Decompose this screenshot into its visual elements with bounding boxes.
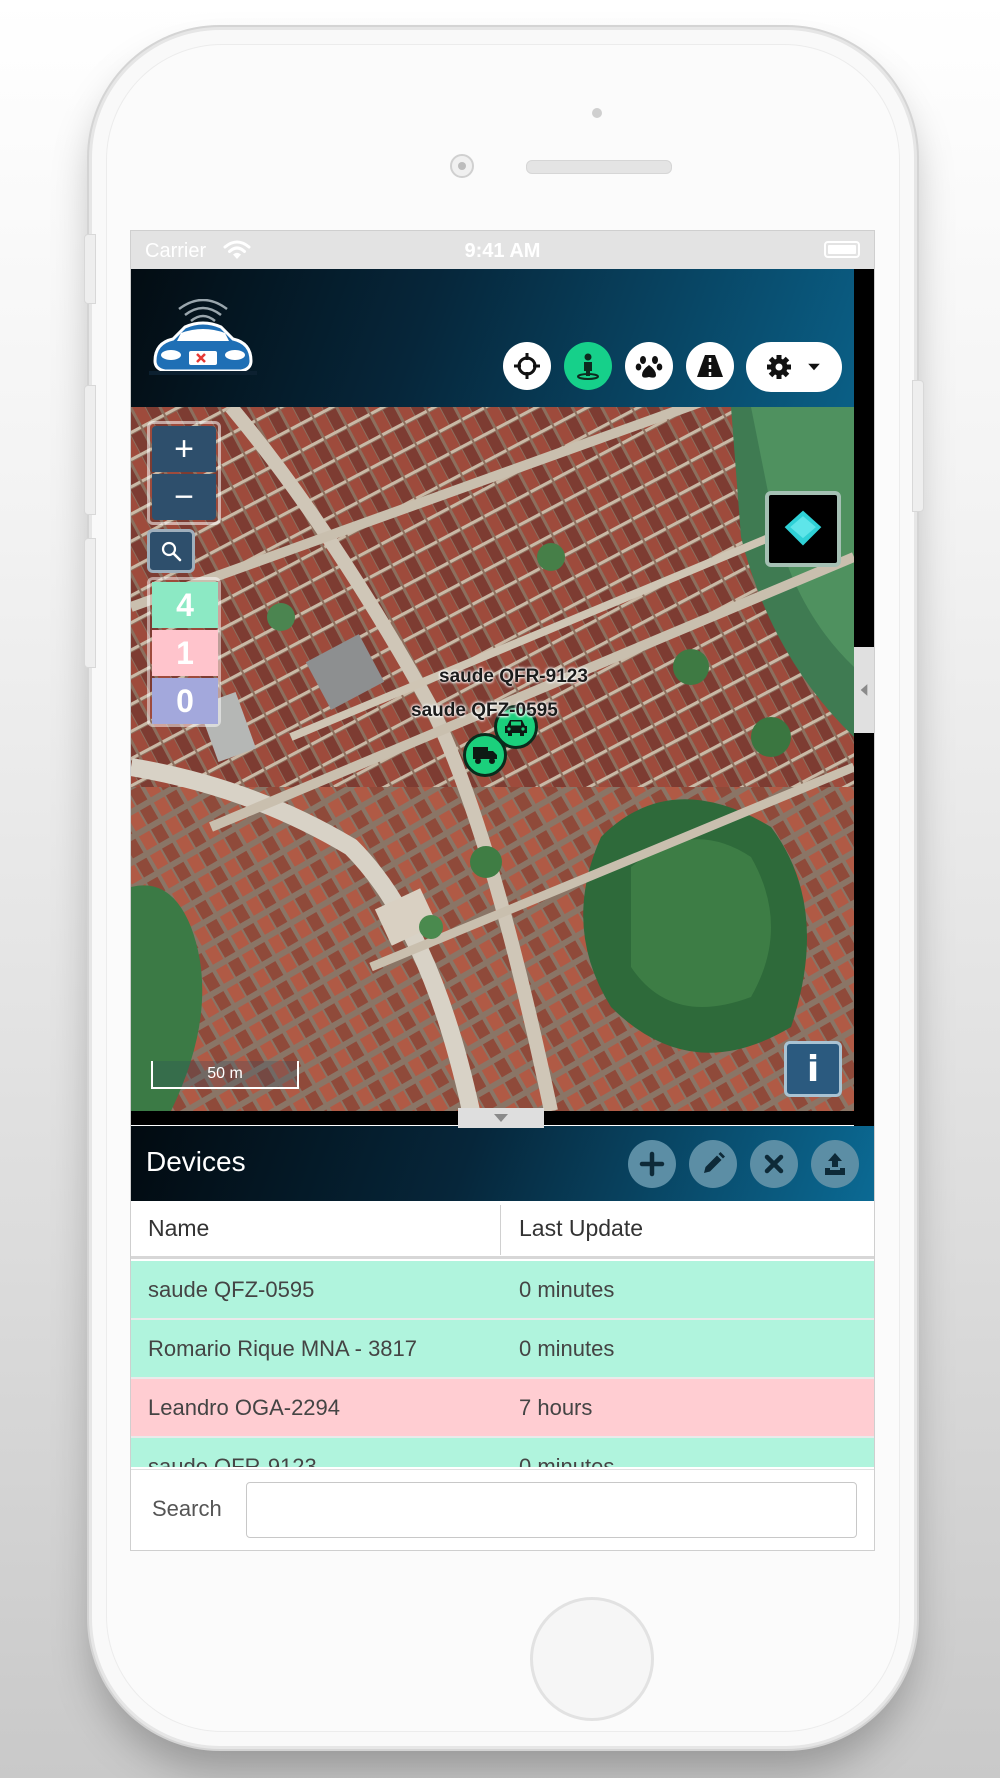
chevron-left-icon xyxy=(860,684,868,696)
zoom-controls: + − xyxy=(147,421,221,525)
map-scale: 50 m xyxy=(151,1061,299,1089)
last-update-cell: 0 minutes xyxy=(519,1454,615,1467)
home-button[interactable] xyxy=(530,1597,654,1721)
zoom-out-button[interactable]: − xyxy=(152,474,216,520)
pencil-icon xyxy=(704,1152,725,1173)
layers-icon xyxy=(784,510,822,546)
search-label: Search xyxy=(152,1496,222,1521)
road-icon xyxy=(697,355,723,377)
front-camera xyxy=(450,154,474,178)
offline-count[interactable]: 1 xyxy=(152,630,218,676)
power-button xyxy=(912,380,924,512)
side-panel-handle[interactable] xyxy=(854,647,874,733)
plus-icon xyxy=(639,1151,665,1177)
column-divider[interactable] xyxy=(500,1205,501,1255)
table-row[interactable]: saude QFZ-0595 0 minutes xyxy=(131,1261,874,1320)
volume-up-button xyxy=(84,385,96,515)
close-icon xyxy=(764,1154,784,1174)
remove-device-button[interactable] xyxy=(750,1140,798,1188)
map-search-button[interactable] xyxy=(147,529,195,573)
zoom-in-button[interactable]: + xyxy=(152,426,216,472)
search-input[interactable] xyxy=(246,1482,857,1538)
table-row[interactable]: Leandro OGA-2294 7 hours xyxy=(131,1379,874,1438)
edit-device-button[interactable] xyxy=(689,1140,737,1188)
column-header-last-update[interactable]: Last Update xyxy=(519,1201,643,1256)
export-device-button[interactable] xyxy=(811,1140,859,1188)
proximity-sensor xyxy=(592,108,602,118)
upload-icon xyxy=(825,1153,845,1175)
devices-title: Devices xyxy=(146,1146,246,1177)
add-device-button[interactable] xyxy=(628,1140,676,1188)
locate-button[interactable] xyxy=(503,342,551,390)
person-pin-icon xyxy=(577,353,599,380)
status-counters: 4 1 0 xyxy=(147,577,221,727)
devices-toolbar: Devices xyxy=(131,1126,874,1201)
app-header xyxy=(131,269,854,407)
device-name-cell: Romario Rique MNA - 3817 xyxy=(148,1336,418,1361)
settings-dropdown-button[interactable] xyxy=(746,342,842,392)
table-row[interactable]: saude QFR-9123 0 minutes xyxy=(131,1438,874,1467)
crosshair-icon xyxy=(514,353,540,379)
battery-icon xyxy=(824,241,860,258)
map-view[interactable]: + − 4 1 0 saude QFR-9123 saude QFZ-0595 … xyxy=(131,407,854,1111)
app-logo xyxy=(149,299,257,375)
online-count[interactable]: 4 xyxy=(152,582,218,628)
last-update-cell: 0 minutes xyxy=(519,1336,615,1361)
chevron-down-icon xyxy=(808,363,820,371)
unknown-count[interactable]: 0 xyxy=(152,678,218,724)
info-button[interactable]: i xyxy=(784,1041,842,1097)
devices-table-body[interactable]: saude QFZ-0595 0 minutes Romario Rique M… xyxy=(131,1261,874,1467)
device-name-cell: saude QFR-9123 xyxy=(148,1454,317,1467)
app-screen: Carrier 9:41 AM + − 4 1 0 saude QFR-9123… xyxy=(130,230,875,1551)
magnifier-icon xyxy=(161,541,182,562)
device-name-cell: saude QFZ-0595 xyxy=(148,1277,315,1302)
gear-icon xyxy=(767,355,791,379)
routes-button[interactable] xyxy=(686,342,734,390)
device-name-cell: Leandro OGA-2294 xyxy=(148,1395,341,1420)
device-marker-truck[interactable] xyxy=(463,733,507,777)
layers-button[interactable] xyxy=(765,491,841,567)
status-bar: Carrier 9:41 AM xyxy=(131,231,874,269)
show-person-button[interactable] xyxy=(564,342,612,390)
column-header-name[interactable]: Name xyxy=(148,1201,209,1256)
earpiece-speaker xyxy=(526,160,672,174)
mute-switch xyxy=(84,234,96,304)
marker-label-car: saude QFR-9123 xyxy=(439,666,588,687)
pets-button[interactable] xyxy=(625,342,673,390)
last-update-cell: 7 hours xyxy=(519,1395,593,1420)
last-update-cell: 0 minutes xyxy=(519,1277,615,1302)
truck-icon xyxy=(473,747,497,764)
clock: 9:41 AM xyxy=(464,240,541,262)
search-bar: Search xyxy=(131,1469,874,1550)
devices-table-header: Name Last Update xyxy=(131,1201,874,1259)
paw-icon xyxy=(635,356,663,378)
volume-down-button xyxy=(84,538,96,668)
table-row[interactable]: Romario Rique MNA - 3817 0 minutes xyxy=(131,1320,874,1379)
marker-label-truck: saude QFZ-0595 xyxy=(411,700,558,721)
chevron-down-small-icon xyxy=(494,1114,508,1122)
collapse-panel-handle[interactable] xyxy=(458,1108,544,1128)
